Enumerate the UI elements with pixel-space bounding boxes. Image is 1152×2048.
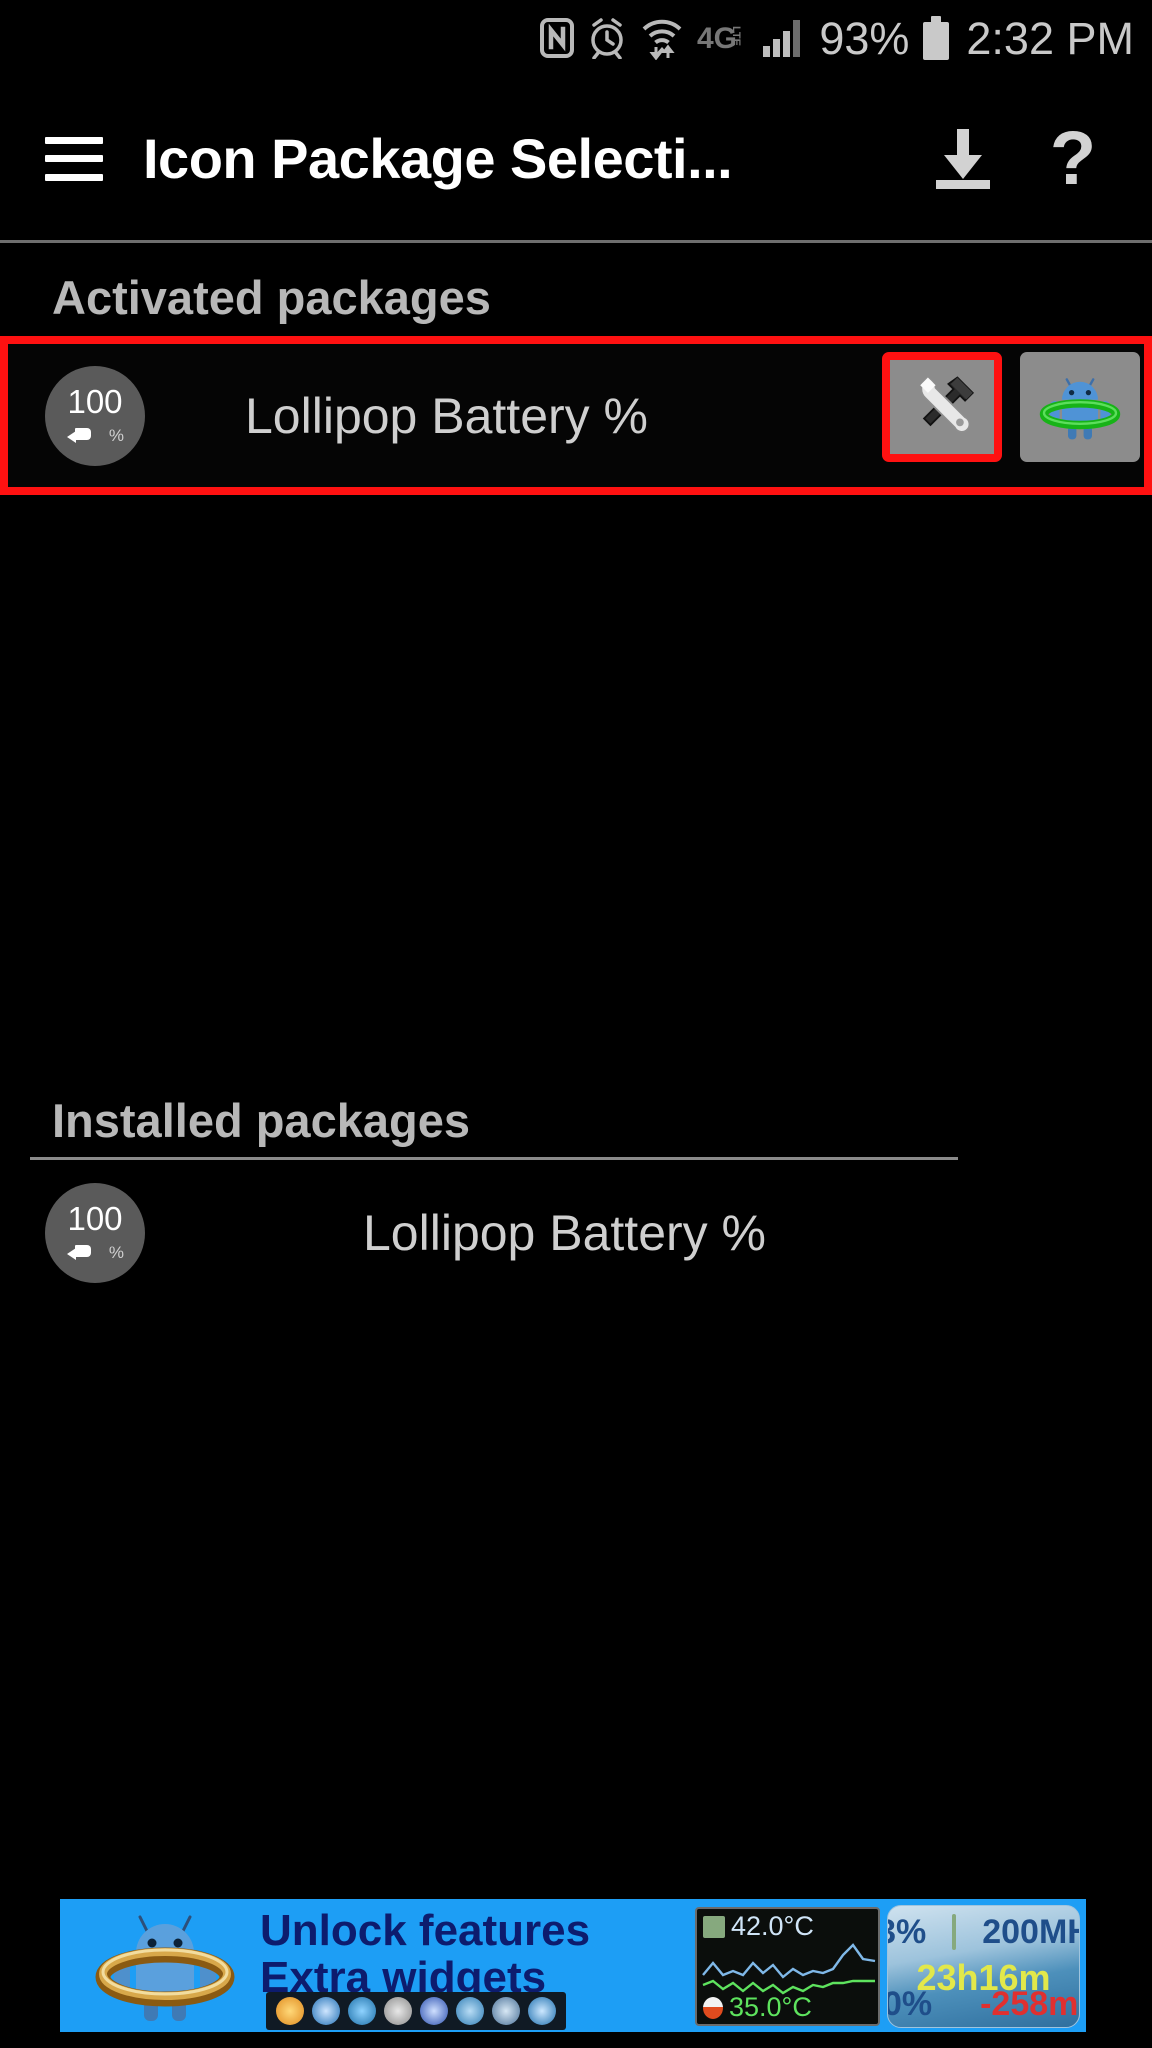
banner-promo-area: Unlock features Extra widgets [60,1899,690,2032]
battery-widget-preview: 23% 200MHz 23h16m 70% -258mA [885,1899,1086,2032]
help-icon: ? [1049,115,1097,201]
battery-card-bottom-row: 70% -258mA [888,1987,1079,2021]
action-bar-divider [0,240,1152,243]
plug-icon [67,426,93,443]
clock-label: 2:32 PM [966,12,1134,64]
status-bar: 4G LTE 93% 2:32 PM [0,0,1152,76]
installed-packages-divider [30,1157,958,1160]
battery-card: 23% 200MHz 23h16m 70% -258mA [887,1905,1080,2028]
thermometer-icon [703,1996,723,2019]
battery-package-icon: 100 % [45,1182,145,1283]
temp-graph [702,1943,876,1995]
lte-icon: 4G LTE [697,18,749,58]
temperature-widget-preview: 42.0°C 35.0°C [690,1899,885,2032]
banner-line-1: Unlock features [260,1906,591,1955]
battery-card-top-row: 23% 200MHz [888,1914,1079,1950]
activated-package-label: Lollipop Battery % [245,387,649,444]
cpu-chip-icon [703,1915,725,1938]
temp-card: 42.0°C 35.0°C [695,1907,880,2026]
battery-level-value: 70% [887,1985,933,2023]
globe-widget-icon [456,1997,484,2025]
android-package-button[interactable] [1020,352,1140,462]
battery-icon-value: 100 [67,382,123,420]
advertisement-banner[interactable]: Unlock features Extra widgets 42.0°C 35.… [60,1899,1086,2032]
installed-packages-header: Installed packages [52,1094,470,1147]
water-widget-icon [312,1997,340,2025]
android-ring-icon [1039,378,1121,440]
installed-package-label: Lollipop Battery % [363,1204,767,1261]
battery-icon-unit: % [108,1242,124,1262]
action-bar: Icon Package Selecti... ? [0,76,1152,241]
battery-icon-unit: % [108,425,124,445]
android-gold-ring-icon [95,1915,235,2021]
wifi-widget-icon [348,1997,376,2025]
wrench-hammer-icon [920,376,975,433]
alarm-icon [587,17,627,59]
nfc-icon [540,18,575,58]
signal-icon [762,18,806,58]
gear-widget-icon [384,1997,412,2025]
page-title: Icon Package Selecti... [143,127,733,190]
cpu-freq-value: 200MHz [982,1913,1079,1951]
phone-screen: 4G LTE 93% 2:32 PM Icon Package Selecti.… [0,0,1152,2048]
power-widget-icon [528,1997,556,2025]
plug-icon [67,1243,93,1260]
banner-widget-icon-strip [266,1992,566,2030]
installed-package-row[interactable]: 100 % Lollipop Battery % [0,1170,1152,1295]
cpu-load-value: 23% [888,1913,927,1951]
battery-icon [923,16,950,60]
banner-text-block: Unlock features Extra widgets [260,1907,590,2001]
wifi-data-icon [640,16,684,60]
temp-top-row: 42.0°C [703,1913,814,1940]
download-icon [936,128,990,189]
current-draw-value: -258mA [980,1985,1079,2023]
battery-percent-label: 93% [819,12,910,64]
activated-row-buttons [882,352,1140,462]
temp-bottom-value: 35.0°C [729,1992,812,2022]
battery-icon-value: 100 [67,1199,123,1237]
sun-widget-icon [276,1997,304,2025]
activated-packages-header: Activated packages [52,271,491,324]
hamburger-menu-icon[interactable] [45,136,103,181]
svg-text:LTE: LTE [730,26,742,46]
settings-tools-button[interactable] [882,352,1002,462]
download-button[interactable] [908,104,1018,214]
cpu-chip-icon [952,1914,957,1950]
temp-top-value: 42.0°C [731,1911,814,1941]
bluetooth-widget-icon [420,1997,448,2025]
help-button[interactable]: ? [1018,104,1128,214]
temp-bottom-row: 35.0°C [703,1994,812,2021]
map-widget-icon [492,1997,520,2025]
battery-package-icon: 100 % [45,365,145,466]
